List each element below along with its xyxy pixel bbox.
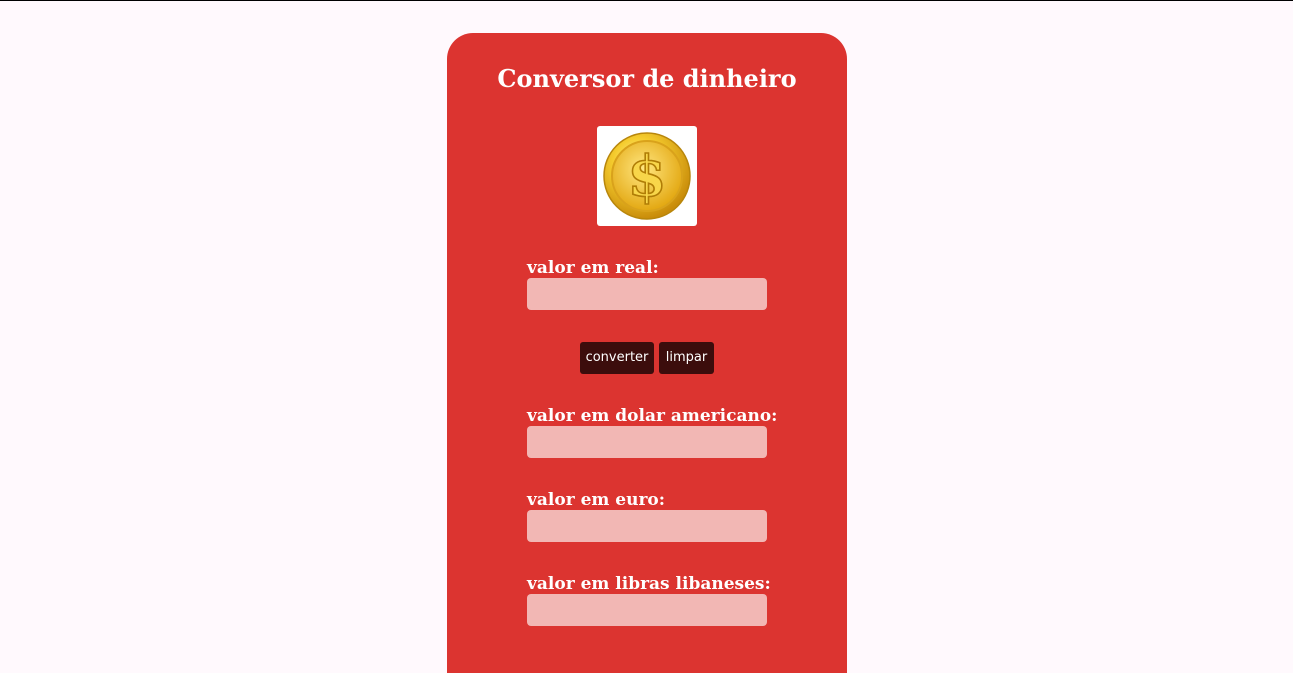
libras-input[interactable] — [527, 594, 767, 626]
libras-label: valor em libras libaneses: — [527, 574, 771, 594]
clear-button[interactable]: limpar — [659, 342, 714, 374]
dolar-input[interactable] — [527, 426, 767, 458]
real-label: valor em real: — [527, 258, 659, 278]
converter-card: Conversor de dinheiro $ valor em real: c… — [447, 33, 847, 673]
dolar-label: valor em dolar americano: — [527, 406, 778, 426]
svg-text:$: $ — [628, 144, 667, 210]
top-border-line — [0, 0, 1293, 1]
euro-label: valor em euro: — [527, 490, 666, 510]
convert-button[interactable]: converter — [580, 342, 654, 374]
page-title: Conversor de dinheiro — [497, 64, 797, 93]
euro-input[interactable] — [527, 510, 767, 542]
dollar-coin-icon: $ — [597, 126, 697, 226]
real-input[interactable] — [527, 278, 767, 310]
